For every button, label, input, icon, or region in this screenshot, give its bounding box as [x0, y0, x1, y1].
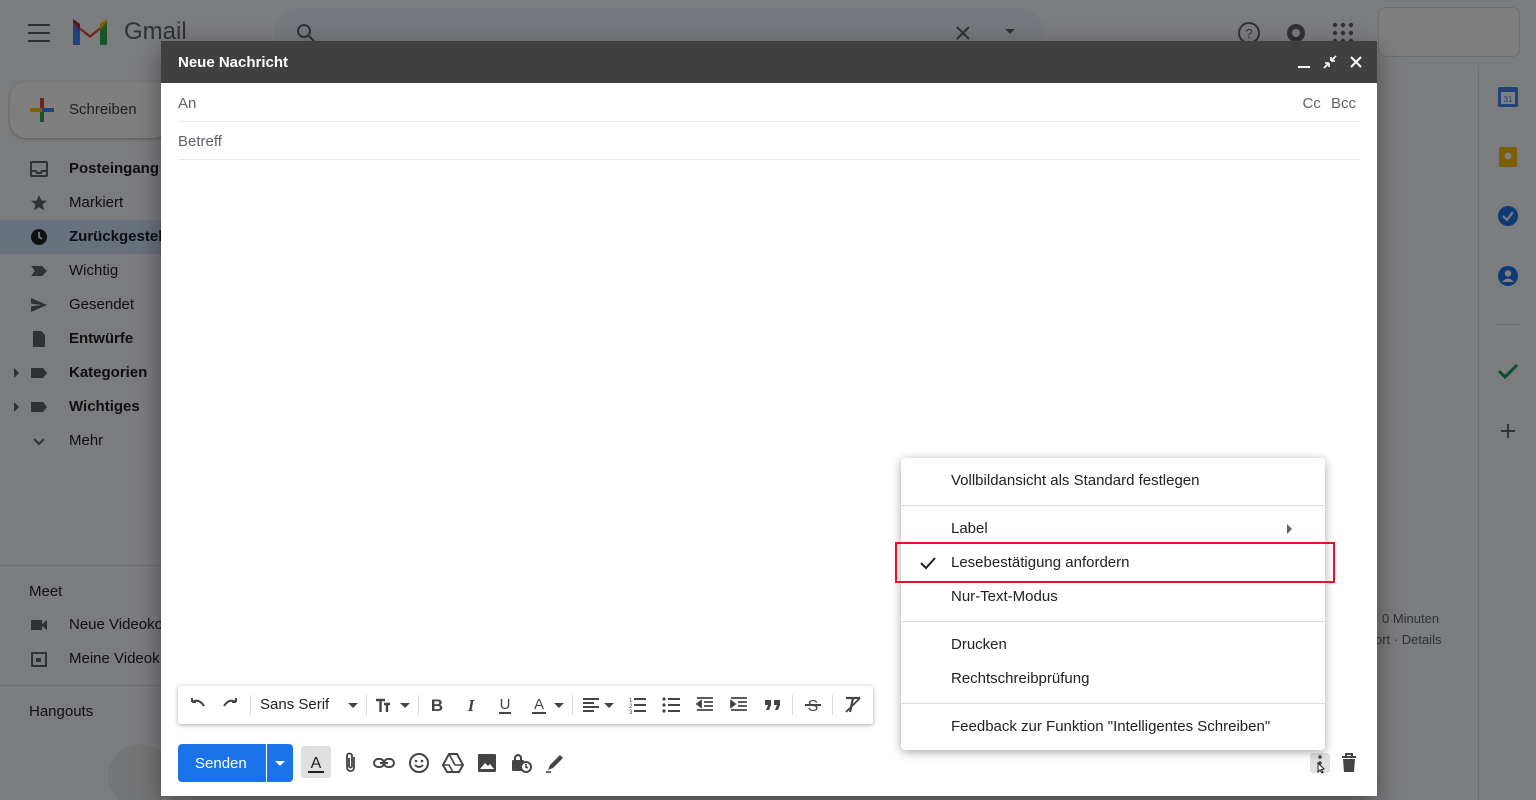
menu-item-smart-compose-feedback[interactable]: Feedback zur Funktion "Intelligentes Sch… [901, 710, 1325, 744]
annotation-highlight-box [895, 542, 1335, 583]
font-size-dropdown-icon[interactable] [394, 694, 416, 716]
svg-text:3: 3 [629, 710, 633, 716]
menu-separator [901, 621, 1325, 622]
indent-more-icon[interactable] [728, 694, 750, 716]
menu-item-label: Feedback zur Funktion "Intelligentes Sch… [951, 718, 1271, 735]
toolbar-separator [418, 695, 419, 715]
compose-header: Neue Nachricht [161, 41, 1377, 83]
svg-text:U: U [500, 696, 511, 713]
menu-item-label: Nur-Text-Modus [951, 588, 1058, 605]
font-size-icon[interactable] [374, 694, 396, 716]
minimize-icon[interactable] [1295, 53, 1313, 71]
italic-icon[interactable]: I [460, 694, 482, 716]
menu-item-label: Rechtschreibprüfung [951, 670, 1090, 687]
to-label: An [178, 95, 197, 112]
align-dropdown-icon[interactable] [598, 694, 620, 716]
font-dropdown-icon[interactable] [342, 694, 364, 716]
svg-text:I: I [467, 696, 476, 715]
send-label: Senden [195, 755, 247, 772]
discard-draft-trash-icon[interactable] [1337, 751, 1361, 775]
svg-text:B: B [431, 696, 443, 715]
menu-item-print[interactable]: Drucken [901, 628, 1325, 662]
attach-file-icon[interactable] [339, 751, 363, 775]
menu-item-label: Drucken [951, 636, 1007, 653]
insert-link-icon[interactable] [372, 751, 396, 775]
subject-field[interactable]: Betreff [178, 122, 1360, 160]
toolbar-separator [832, 695, 833, 715]
send-button[interactable]: Senden [178, 744, 266, 782]
menu-item-label: Vollbildansicht als Standard festlegen [951, 472, 1200, 489]
bulleted-list-icon[interactable] [660, 694, 682, 716]
formatting-options-icon[interactable]: A [304, 751, 328, 775]
toolbar-separator [250, 695, 251, 715]
cc-link[interactable]: Cc [1302, 95, 1320, 112]
signature-pen-icon[interactable] [543, 751, 567, 775]
formatting-toolbar: Sans Serif B I U A 123 S [178, 686, 873, 724]
insert-photo-icon[interactable] [475, 751, 499, 775]
text-color-icon[interactable]: A [528, 694, 550, 716]
subject-label: Betreff [178, 133, 222, 150]
cc-bcc-links: Cc Bcc [1296, 95, 1356, 112]
menu-separator [901, 703, 1325, 704]
menu-item-spellcheck[interactable]: Rechtschreibprüfung [901, 662, 1325, 696]
svg-text:A: A [534, 696, 544, 713]
numbered-list-icon[interactable]: 123 [626, 694, 648, 716]
send-options-dropdown[interactable] [267, 744, 293, 782]
svg-text:A: A [311, 755, 322, 772]
compose-title: Neue Nachricht [178, 54, 289, 71]
toolbar-separator [572, 695, 573, 715]
toolbar-separator [366, 695, 367, 715]
strikethrough-icon[interactable]: S [802, 694, 824, 716]
exit-fullscreen-icon[interactable] [1321, 53, 1339, 71]
submenu-arrow-icon [1287, 524, 1292, 534]
emoji-icon[interactable] [407, 751, 431, 775]
to-field[interactable]: An Cc Bcc [178, 84, 1360, 122]
menu-item-fullscreen-default[interactable]: Vollbildansicht als Standard festlegen [901, 464, 1325, 498]
google-drive-icon[interactable] [441, 751, 465, 775]
more-options-menu: Vollbildansicht als Standard festlegen L… [901, 458, 1325, 750]
svg-text:S: S [808, 698, 819, 715]
remove-formatting-icon[interactable] [842, 694, 864, 716]
text-color-dropdown-icon[interactable] [548, 694, 570, 716]
menu-separator [901, 505, 1325, 506]
quote-icon[interactable] [762, 694, 784, 716]
menu-item-label-submenu[interactable]: Label [901, 512, 1325, 546]
font-family-select[interactable]: Sans Serif [260, 696, 329, 713]
confidential-mode-icon[interactable] [509, 751, 533, 775]
close-icon[interactable] [1347, 53, 1365, 71]
undo-icon[interactable] [186, 694, 208, 716]
bcc-link[interactable]: Bcc [1331, 95, 1356, 112]
underline-icon[interactable]: U [494, 694, 516, 716]
more-options-icon[interactable] [1308, 751, 1332, 775]
indent-less-icon[interactable] [694, 694, 716, 716]
toolbar-separator [792, 695, 793, 715]
menu-item-plain-text[interactable]: Nur-Text-Modus [901, 580, 1325, 614]
redo-icon[interactable] [220, 694, 242, 716]
bold-icon[interactable]: B [426, 694, 448, 716]
menu-item-label: Label [951, 520, 988, 537]
